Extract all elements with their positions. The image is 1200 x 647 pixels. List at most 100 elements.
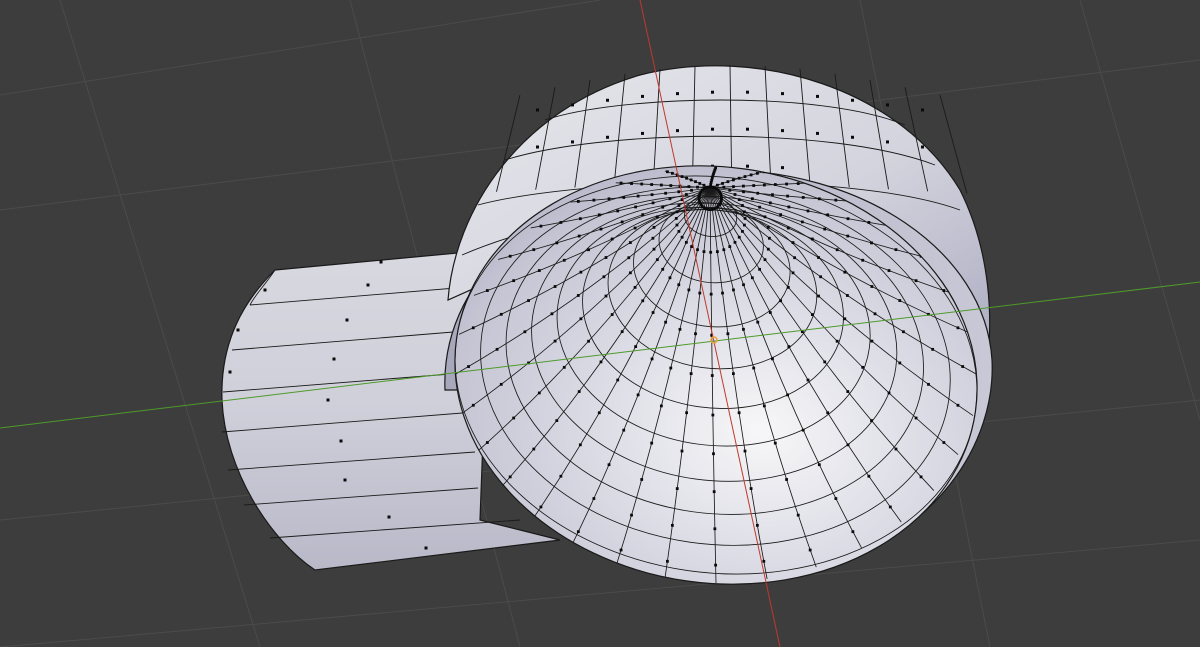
mesh-vertex [826, 411, 830, 415]
mesh-vertex [793, 256, 797, 260]
mesh-vertex [726, 180, 730, 184]
mesh-vertex [655, 258, 659, 262]
mesh-vertex [819, 275, 823, 279]
3d-viewport[interactable] [0, 0, 1200, 647]
mesh-vertex [471, 326, 475, 330]
mesh-vertex [816, 131, 819, 135]
mesh-vertex [677, 204, 681, 207]
mesh-vertex [651, 236, 655, 240]
mesh-vertex [737, 198, 741, 202]
mesh-vertex [592, 198, 596, 202]
mesh-vertex [779, 299, 783, 303]
mesh-vertex [539, 505, 543, 509]
mesh-vertex [677, 190, 681, 194]
mesh-vertex [726, 332, 730, 336]
mesh-vertex [846, 390, 850, 393]
mesh-vertex [628, 271, 632, 275]
mesh-vertex [743, 449, 747, 453]
mesh-vertex [578, 217, 582, 221]
mesh-vertex [786, 194, 790, 198]
mesh-vertex [650, 193, 654, 197]
mesh-vertex [485, 441, 489, 444]
mesh-vertex [921, 145, 924, 149]
mesh-vertex [887, 269, 891, 272]
mesh-vertex [696, 248, 699, 252]
mesh-vertex [728, 245, 732, 248]
mesh-vertex [339, 439, 343, 443]
mesh-vertex [616, 209, 620, 213]
mesh-vertex [786, 393, 790, 397]
mesh-vertex [806, 209, 810, 213]
mesh-vertex [956, 326, 960, 330]
mesh-vertex [750, 276, 754, 280]
mesh-vertex [696, 185, 699, 189]
mesh-vertex [343, 478, 347, 482]
mesh-vertex [675, 487, 679, 490]
mesh-vertex [576, 530, 580, 534]
mesh-vertex [870, 241, 873, 245]
mesh-vertex [787, 345, 791, 349]
mesh-vertex [785, 478, 788, 481]
mesh-vertex [756, 191, 760, 195]
mesh-vertex [539, 224, 543, 228]
mesh-vertex [722, 248, 726, 252]
mesh-vertex [678, 327, 682, 331]
mesh-vertex [817, 256, 820, 259]
mesh-vertex [599, 360, 603, 364]
mesh-vertex [664, 191, 668, 195]
mesh-vertex [752, 366, 756, 370]
mesh-vertex [742, 283, 745, 287]
mesh-vertex [555, 241, 559, 245]
mesh-vertex [675, 210, 679, 214]
mesh-vertex [599, 227, 603, 231]
mesh-vertex [650, 441, 654, 445]
mesh-vertex [810, 237, 814, 241]
mesh-vertex [732, 288, 735, 292]
mesh-vertex [715, 183, 719, 187]
mesh-vertex [263, 288, 267, 292]
mesh-vertex [627, 256, 631, 260]
mesh-vertex [762, 404, 766, 408]
mesh-vertex [562, 365, 566, 369]
mesh-vertex [921, 108, 924, 112]
mesh-vertex [870, 419, 873, 422]
mesh-vertex [666, 170, 669, 174]
mesh-vertex [709, 250, 713, 254]
mesh-vertex [676, 92, 679, 96]
mesh-vertex [733, 193, 737, 196]
mesh-vertex [576, 200, 580, 203]
mesh-vertex [773, 441, 777, 445]
mesh-vertex [523, 330, 527, 334]
mesh-vertex [597, 213, 601, 217]
mesh-vertex [571, 103, 574, 107]
mesh-vertex [768, 311, 772, 314]
mesh-vertex [508, 254, 512, 258]
mesh-vertex [689, 372, 693, 376]
mesh-vertex [873, 312, 877, 316]
mesh-vertex [914, 416, 918, 420]
mesh-vertex [606, 98, 609, 102]
mesh-vertex [762, 183, 766, 187]
mesh-vertex [636, 194, 640, 198]
mesh-vertex [555, 419, 559, 422]
mesh-vertex [801, 428, 805, 432]
mesh-vertex [796, 182, 800, 185]
mesh-vertex [711, 127, 714, 131]
mesh-vertex [577, 234, 581, 238]
mesh-vertex [702, 183, 706, 187]
mesh-vertex [659, 183, 663, 187]
grid-line [1079, 0, 1200, 421]
mesh-vertex [655, 215, 659, 219]
mesh-vertex [387, 515, 391, 519]
mesh-vertex [685, 176, 689, 180]
mesh-vertex [743, 217, 747, 220]
mesh-vertex [610, 237, 614, 241]
mesh-vertex [602, 275, 606, 279]
viewport-canvas[interactable] [0, 0, 1200, 647]
mesh-vertex [577, 390, 581, 393]
mesh-vertex [737, 411, 741, 415]
mesh-vertex [870, 285, 874, 288]
mesh-vertex [781, 92, 784, 96]
mesh-vertex [579, 317, 583, 321]
mesh-vertex [823, 360, 827, 364]
